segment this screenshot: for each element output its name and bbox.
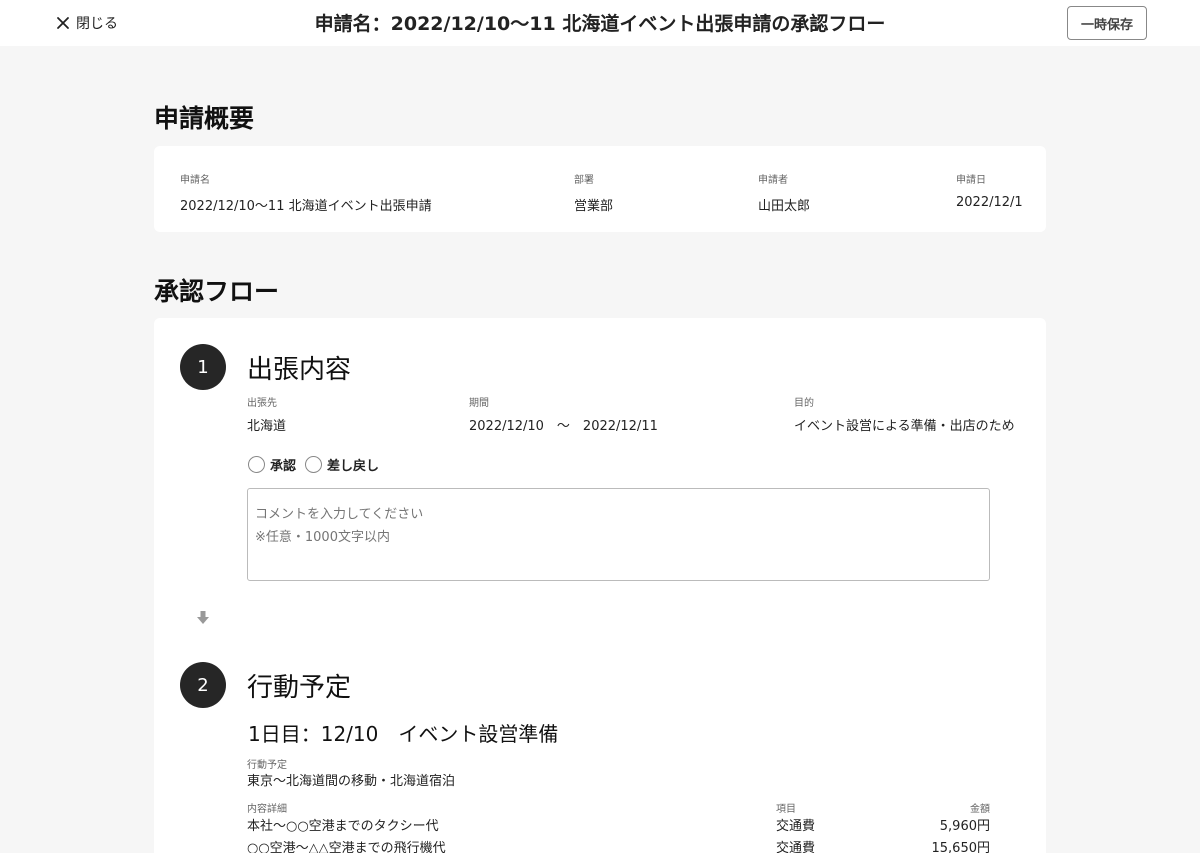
field-label: 目的 — [794, 398, 814, 409]
step-1-circle: 1 — [180, 344, 226, 390]
step-1-title: 出張内容 — [247, 355, 352, 385]
field-value: 2022/12/10 〜 2022/12/11 — [469, 419, 658, 434]
step-2-circle: 2 — [180, 662, 226, 708]
radio-approve[interactable]: 承認 — [248, 455, 296, 474]
radio-circle[interactable] — [248, 456, 265, 473]
page-title: 申請名：2022/12/10〜11 北海道イベント出張申請の承認フロー — [314, 13, 886, 35]
row-item: 交通費 — [776, 819, 816, 834]
radio-return[interactable]: 差し戻し — [305, 455, 379, 474]
field-label: 出張先 — [247, 398, 277, 409]
plan-value: 東京〜北海道間の移動・北海道宿泊 — [247, 774, 456, 789]
field-value: 営業部 — [574, 199, 614, 214]
radio-circle[interactable] — [305, 456, 323, 473]
amount-header: 金額 — [970, 804, 990, 815]
arrow-down-icon — [197, 611, 209, 624]
summary-field-application-name: 申請名 2022/12/10〜11 北海道イベント出張申請 — [180, 171, 432, 214]
field-value: 2022/12/10〜11 北海道イベント出張申請 — [180, 199, 432, 214]
field-label: 申請日 — [956, 175, 986, 186]
field-label: 申請者 — [758, 175, 788, 186]
summary-heading: 申請概要 — [154, 104, 255, 133]
field-value: 山田太郎 — [758, 199, 811, 214]
row-detail: 本社〜○○空港までのタクシー代 — [247, 819, 439, 834]
comment-input[interactable] — [247, 488, 990, 581]
field-value: 北海道 — [247, 419, 287, 434]
row-detail: ○○空港〜△△空港までの飛行機代 — [247, 841, 446, 853]
summary-field-applicant: 申請者 山田太郎 — [758, 171, 810, 214]
trip-period: 期間 2022/12/10 〜 2022/12/11 — [469, 394, 658, 434]
trip-purpose: 目的 イベント設営による準備・出店のため — [794, 394, 1015, 434]
row-amount: 15,650円 — [931, 841, 991, 853]
field-value: 2022/12/1 — [956, 195, 1023, 210]
summary-card: 申請名 2022/12/10〜11 北海道イベント出張申請 部署 営業部 申請者… — [154, 146, 1046, 232]
row-amount: 5,960円 — [939, 819, 990, 834]
flow-card: 1 出張内容 出張先 北海道 期間 2022/12/10 〜 2022/12/1… — [154, 318, 1046, 853]
radio-approve-label: 承認 — [270, 459, 297, 474]
day-title: 1日目：12/10 イベント設営準備 — [248, 722, 559, 746]
summary-field-department: 部署 営業部 — [574, 171, 613, 214]
summary-field-date: 申請日 2022/12/1 — [956, 171, 1023, 210]
radio-return-label: 差し戻し — [327, 459, 380, 474]
field-value: イベント設営による準備・出店のため — [794, 419, 1015, 434]
field-label: 部署 — [574, 175, 594, 186]
row-item: 交通費 — [776, 841, 816, 853]
step-2-title: 行動予定 — [247, 673, 352, 703]
field-label: 申請名 — [180, 175, 210, 186]
plan-label: 行動予定 — [247, 760, 287, 771]
item-header: 項目 — [776, 804, 796, 815]
flow-heading: 承認フロー — [154, 277, 280, 306]
top-bar: 閉じる 申請名：2022/12/10〜11 北海道イベント出張申請の承認フロー … — [0, 0, 1200, 46]
approval-radio-group: 承認 差し戻し — [248, 455, 388, 474]
save-draft-button[interactable]: 一時保存 — [1067, 6, 1147, 40]
trip-destination: 出張先 北海道 — [247, 394, 286, 434]
field-label: 期間 — [469, 398, 489, 409]
detail-header: 内容詳細 — [247, 804, 287, 815]
